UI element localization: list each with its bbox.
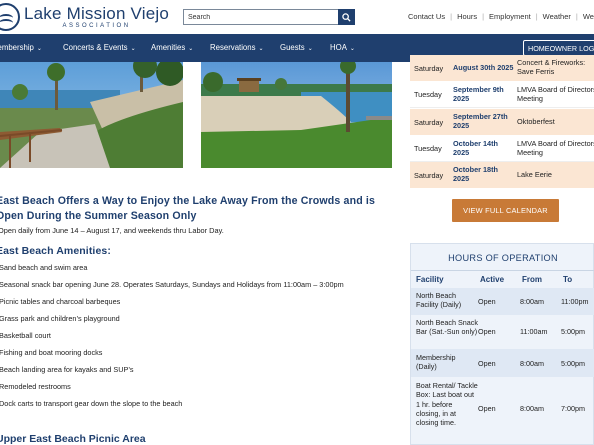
hours-row: North Beach Snack Bar (Sat.-Sun only) Op…	[411, 315, 594, 349]
col-header-facility: Facility	[416, 275, 444, 284]
article-title: East Beach Offers a Way to Enjoy the Lak…	[0, 195, 376, 222]
amenity-item: Dock carts to transport gear down the sl…	[0, 399, 183, 408]
nav-concerts-events[interactable]: Concerts & Events ⌄	[63, 43, 136, 52]
east-beach-walkway-photo	[0, 62, 183, 168]
event-row[interactable]: Saturday September 27th 2025 Oktoberfest	[410, 109, 594, 135]
amenity-item: Basketball court	[0, 331, 51, 340]
view-full-calendar-button[interactable]: VIEW FULL CALENDAR	[452, 199, 559, 222]
nav-guests[interactable]: Guests ⌄	[280, 43, 313, 52]
event-row[interactable]: Saturday October 18th 2025 Lake Eerie	[410, 162, 594, 188]
chevron-down-icon: ⌄	[130, 46, 136, 52]
event-title: Lake Eerie	[517, 169, 552, 179]
event-row[interactable]: Saturday August 30th 2025 Concert & Fire…	[410, 55, 594, 81]
hours-row: Membership (Daily) Open 8:00am 5:00pm	[411, 349, 594, 377]
event-day: Tuesday	[414, 144, 442, 153]
facility-open-time: 8:00am	[520, 359, 544, 368]
hours-of-operation-panel: HOURS OF OPERATION Facility Active From …	[410, 243, 594, 445]
chevron-down-icon: ⌄	[36, 46, 42, 52]
amenities-heading: East Beach Amenities:	[0, 245, 111, 257]
hours-title: HOURS OF OPERATION	[448, 253, 558, 263]
facility-name: Boat Rental/ Tackle Box: Last boat out 1…	[416, 381, 478, 428]
east-beach-sand-photo	[201, 62, 392, 168]
amenity-item: Grass park and children’s playground	[0, 314, 120, 323]
divider	[411, 270, 594, 271]
hours-row: Boat Rental/ Tackle Box: Last boat out 1…	[411, 377, 594, 445]
amenity-item: Fishing and boat mooring docks	[0, 348, 103, 357]
site-logo[interactable]: Lake Mission Viejo ASSOCIATION	[0, 3, 169, 31]
utility-links: Contact Us | Hours | Employment | Weather | …	[403, 12, 594, 21]
logo-wave-icon	[0, 3, 20, 31]
facility-open-time: 11:00am	[520, 327, 548, 336]
top-bar: Lake Mission Viejo ASSOCIATION Contact U…	[0, 0, 594, 34]
amenity-item: Picnic tables and charcoal barbeques	[0, 297, 121, 306]
nav-amenities[interactable]: Amenities ⌄	[151, 43, 193, 52]
search-button[interactable]	[338, 9, 355, 25]
employment-link[interactable]: Employment	[484, 12, 536, 21]
upcoming-events-list: Saturday August 30th 2025 Concert & Fire…	[410, 55, 594, 188]
homeowner-login-button[interactable]: HOMEOWNER LOGIN	[523, 40, 594, 56]
search-icon	[342, 12, 351, 22]
nav-hoa[interactable]: HOA ⌄	[330, 43, 355, 52]
facility-status: Open	[478, 359, 496, 368]
amenity-item: Seasonal snack bar opening June 28. Oper…	[0, 280, 344, 289]
facility-close-time: 11:00pm	[561, 297, 589, 306]
facility-status: Open	[478, 404, 496, 413]
facility-status: Open	[478, 297, 496, 306]
logo-name: Lake Mission Viejo	[24, 4, 170, 23]
facility-status: Open	[478, 327, 496, 336]
col-header-from: From	[522, 275, 542, 284]
chevron-down-icon: ⌄	[258, 46, 264, 52]
page: Lake Mission Viejo ASSOCIATION Contact U…	[0, 0, 594, 445]
hours-row: North Beach Facility (Daily) Open 8:00am…	[411, 288, 594, 315]
event-day: Tuesday	[414, 90, 442, 99]
season-hours-text: Open daily from June 14 – August 17, and…	[0, 226, 224, 235]
search-box	[183, 9, 355, 25]
facility-name: North Beach Facility (Daily)	[416, 291, 462, 310]
logo-subtitle: ASSOCIATION	[62, 23, 131, 29]
col-header-active: Active	[480, 275, 505, 284]
facility-close-time: 7:00pm	[561, 404, 585, 413]
event-date: August 30th 2025	[453, 62, 514, 72]
facility-close-time: 5:00pm	[561, 359, 585, 368]
facility-name: Membership (Daily)	[416, 353, 456, 372]
event-day: Saturday	[414, 170, 444, 180]
hours-link[interactable]: Hours	[452, 12, 482, 21]
amenity-item: Remodeled restrooms	[0, 382, 71, 391]
event-day: Saturday	[414, 63, 444, 73]
nav-reservations[interactable]: Reservations ⌄	[210, 43, 264, 52]
contact-us-link[interactable]: Contact Us	[403, 12, 450, 21]
facility-open-time: 8:00am	[520, 297, 544, 306]
event-day: Saturday	[414, 117, 444, 127]
event-row[interactable]: Tuesday September 9th 2025 LMVA Board of…	[410, 82, 594, 108]
chevron-down-icon: ⌄	[307, 46, 313, 52]
event-title: Oktoberfest	[517, 116, 555, 126]
amenity-item: Beach landing area for kayaks and SUP’s	[0, 365, 134, 374]
facility-close-time: 5:00pm	[561, 327, 585, 336]
event-title: LMVA Board of Directors Meeting	[517, 138, 594, 157]
webcam-link[interactable]: Webcam	[578, 12, 594, 21]
picnic-area-heading: Upper East Beach Picnic Area	[0, 433, 146, 445]
chevron-down-icon: ⌄	[349, 46, 355, 52]
weather-link[interactable]: Weather	[538, 12, 576, 21]
nav-membership[interactable]: Membership⌄	[0, 43, 42, 52]
facility-name: North Beach Snack Bar (Sat.-Sun only)	[416, 318, 478, 337]
event-date: September 27th 2025	[453, 112, 508, 130]
event-title: LMVA Board of Directors Meeting	[517, 84, 594, 103]
search-input[interactable]	[183, 9, 338, 25]
facility-open-time: 8:00am	[520, 404, 544, 413]
col-header-to: To	[563, 275, 573, 284]
event-date: October 14th 2025	[453, 138, 499, 157]
event-date: September 9th 2025	[453, 84, 504, 103]
chevron-down-icon: ⌄	[188, 46, 194, 52]
event-row[interactable]: Tuesday October 14th 2025 LMVA Board of …	[410, 136, 594, 162]
amenity-item: Sand beach and swim area	[0, 263, 88, 272]
event-date: October 18th 2025	[453, 165, 499, 183]
event-title: Concert & Fireworks: Save Ferris	[517, 58, 586, 76]
